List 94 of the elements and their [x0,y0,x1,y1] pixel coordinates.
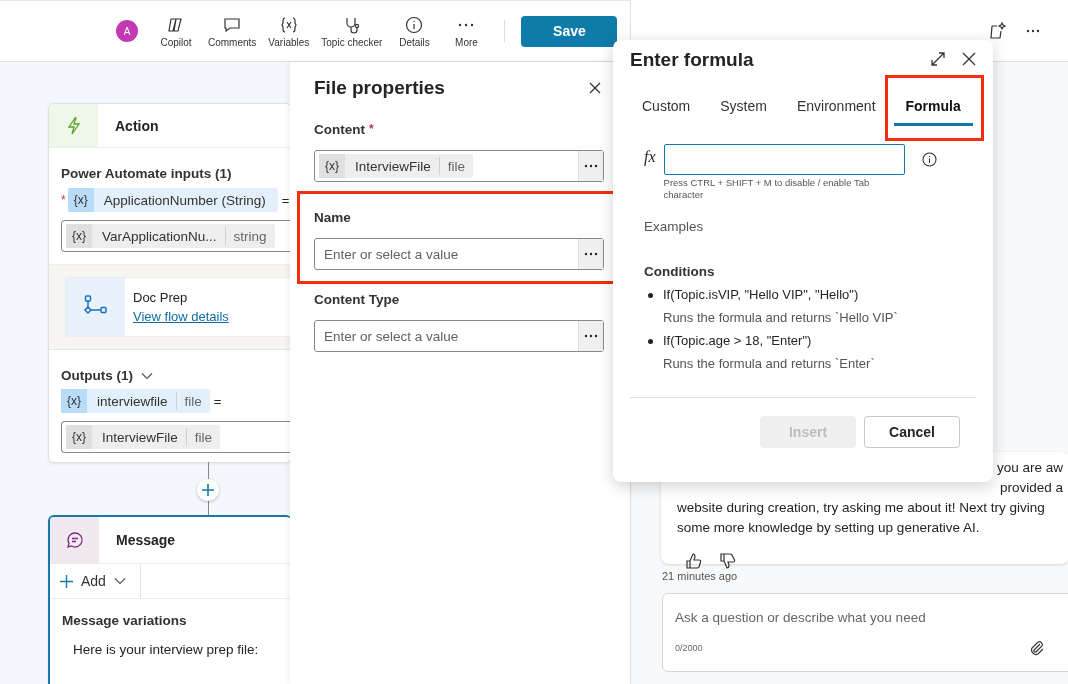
variable-token: {x} [66,224,92,248]
lightning-icon [65,116,82,135]
variable-type: file [438,157,474,175]
variable-type: string [224,227,275,245]
expand-icon[interactable] [930,51,946,67]
input-field[interactable]: {x} InterviewFile file [314,150,604,182]
tab[interactable]: Formula [893,92,973,126]
tab[interactable]: System [708,92,779,126]
field-label: Name [314,210,351,227]
input-placeholder: Enter or select a value [323,328,459,344]
paperclip-icon[interactable] [1029,640,1045,656]
plus-icon [60,574,73,588]
info-icon[interactable] [921,152,937,167]
info-icon [404,14,425,35]
node-title: Message [116,532,176,548]
toolbar-button[interactable]: Topic checker [319,14,385,48]
input-placeholder: Enter or select a value [323,246,459,262]
variable-name: InterviewFile [354,157,432,176]
close-icon[interactable] [962,52,976,66]
example-description: Runs the formula and returns `Enter` [663,356,875,371]
variable-token: {x} [61,389,87,413]
toolbar-button[interactable]: More [444,14,489,48]
variable-token: {x} [319,154,345,178]
section-heading: Message variations [62,613,187,628]
more-icon[interactable] [1026,28,1040,33]
variable-name: VarApplicationNu... [101,227,218,246]
thumbs-down-icon[interactable] [719,552,737,570]
dialog-title: Enter formula [630,49,754,71]
value-field[interactable]: {x} VarApplicationNu... string [61,220,291,252]
bullet-icon [648,293,653,298]
formula-example: If(Topic.age > 18, "Enter") [663,333,813,348]
add-node-button[interactable] [197,479,219,501]
thumbs-up-icon[interactable] [685,552,703,570]
toolbar-button[interactable]: Comments [206,14,259,48]
input-field[interactable]: Enter or select a value [314,238,604,270]
more-icon [584,252,598,256]
view-flow-link[interactable]: View flow details [133,309,229,324]
input-placeholder: Ask a question or describe what you need [675,610,926,625]
input-field[interactable]: Enter or select a value [314,320,604,352]
message-node[interactable]: Message Add Message variations Here is your interview prep file: [48,515,292,684]
variable-token: {x} [67,188,94,212]
variable-name: InterviewFile [101,428,179,447]
variable-name: interviewfile [96,392,169,411]
message-line: provided a [998,479,1064,497]
value-field[interactable]: {x} InterviewFile file [61,421,291,453]
action-node[interactable]: Action Power Automate inputs (1) * {x} ApplicationNumber (String) = {x} VarApplicationNu... string Doc Prep View flow details Outputs (1) {x} interviewfile file = {x} InterviewFile file [48,103,292,463]
examples-heading: Examples [644,219,705,234]
avatar[interactable]: A [116,20,138,42]
hint-text: Press CTRL + SHIFT + M to disable / enable Tab character [663,177,871,201]
formula-example: If(Topic.isVIP, "Hello VIP", "Hello") [663,287,860,302]
node-title: Action [115,117,159,134]
required-mark: * [61,193,66,207]
message-text: Here is your interview prep file: [73,642,260,657]
chat-input[interactable]: Ask a question or describe what you need 0/2000 [662,593,1068,672]
add-button[interactable]: Add [50,564,141,598]
fx-label: fx [644,148,656,166]
variable-type: file [185,428,221,446]
toolbar-button[interactable]: Details [392,14,437,48]
formula-input[interactable] [663,144,905,175]
character-counter: 0/2000 [675,643,703,653]
bullet-icon [648,339,653,344]
timestamp: 21 minutes ago [662,570,738,582]
toolbar-button[interactable]: Variables [266,14,312,48]
variable-type: file [175,392,210,410]
variable-token: {x} [66,425,92,449]
chevron-down-icon [113,577,126,585]
more-icon [458,22,475,27]
variable-name: ApplicationNumber (String) [102,191,267,210]
tab[interactable]: Environment [784,92,888,126]
message-line: some more knowledge by setting up generative AI. [677,519,981,537]
close-icon[interactable] [589,82,601,94]
save-button[interactable]: Save [521,15,618,47]
more-icon [584,164,598,168]
equals-sign: = [213,393,222,409]
toolbar-button[interactable]: Copilot [154,14,198,48]
field-label: Content Type [314,292,400,309]
flow-name: Doc Prep [133,290,189,305]
required-mark: * [369,122,374,138]
more-icon [584,334,598,338]
section-heading: Power Automate inputs (1) [61,166,232,181]
equals-sign: = [281,192,290,208]
sparkle-document-icon[interactable] [988,21,1006,40]
conditions-heading: Conditions [644,264,716,279]
panel-title: File properties [314,77,445,99]
message-line: you are aw [995,459,1064,477]
dialog-button[interactable]: Cancel [864,416,960,448]
chat-icon [65,531,84,549]
plus-icon [201,483,215,497]
tab[interactable]: Custom [630,92,703,126]
section-heading: Outputs (1) [61,368,133,383]
field-label: Content [314,122,365,139]
message-line: website during creation, try asking me about it! Next try giving [677,499,1046,517]
example-description: Runs the formula and returns `Hello VIP` [663,310,898,325]
chevron-icon[interactable] [141,371,153,380]
